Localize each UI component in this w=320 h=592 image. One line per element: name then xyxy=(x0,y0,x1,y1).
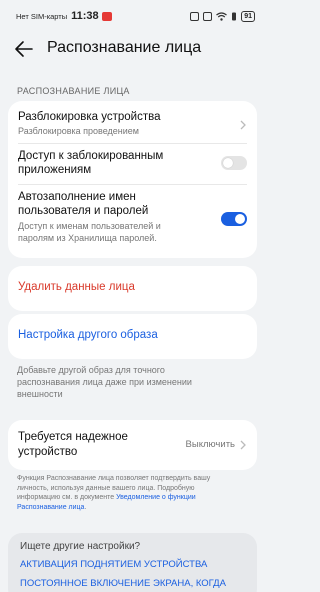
carrier-label: Нет SIM-карты xyxy=(16,11,68,21)
page-title: Распознавание лица xyxy=(47,39,202,56)
notice-line: Функция Распознавание лица позволяет под… xyxy=(17,475,211,482)
autofill-subtitle-line2: паролям из Хранилища паролей. xyxy=(18,233,157,243)
divider xyxy=(18,143,247,144)
unlock-device-subtitle: Разблокировка проведением xyxy=(18,126,139,136)
status-icons: 91 xyxy=(190,10,255,22)
notice-line: личность, используя данные вашего лица. … xyxy=(17,484,195,492)
app-header: Распознавание лица xyxy=(0,32,265,66)
autofill-subtitle-line1: Доступ к именам пользователей и xyxy=(18,221,161,231)
notice-link[interactable]: Уведомление о функции xyxy=(116,494,196,501)
wifi-icon xyxy=(216,11,228,21)
trusted-device-row[interactable]: Требуется надежное устройство Выключить xyxy=(8,420,257,470)
face-settings-card: Разблокировка устройства Разблокировка п… xyxy=(8,101,257,258)
more-settings-link-raise[interactable]: АКТИВАЦИЯ ПОДНЯТИЕМ УСТРОЙСТВА xyxy=(20,559,207,570)
delete-face-data-button[interactable]: Удалить данные лица xyxy=(8,266,257,311)
face-recognition-notice: Функция Распознавание лица позволяет под… xyxy=(17,474,253,512)
clock: 11:38 xyxy=(71,10,99,22)
unlock-device-title: Разблокировка устройства xyxy=(18,111,161,123)
notice-end: . xyxy=(84,503,87,511)
chevron-right-icon xyxy=(240,120,246,130)
mute-icon xyxy=(203,11,213,21)
helper-line: Добавьте другой образ для точного xyxy=(17,365,165,375)
divider xyxy=(18,184,247,185)
helper-line: распознавания лица даже при изменении xyxy=(17,377,192,387)
battery-indicator: 91 xyxy=(241,10,255,22)
back-arrow-icon[interactable] xyxy=(14,40,34,58)
trusted-device-title-line2: устройство xyxy=(18,446,78,458)
trusted-device-title-line1: Требуется надежное xyxy=(18,431,128,443)
locked-apps-toggle[interactable] xyxy=(221,156,247,170)
more-settings-title: Ищете другие настройки? xyxy=(20,541,141,552)
alternate-appearance-label: Настройка другого образа xyxy=(18,329,158,341)
more-settings-link-aod[interactable]: ПОСТОЯННОЕ ВКЛЮЧЕНИЕ ЭКРАНА, КОГДА xyxy=(20,578,226,589)
chevron-right-icon xyxy=(240,440,246,450)
notification-icon xyxy=(101,11,112,21)
autofill-title-line1: Автозаполнение имен xyxy=(18,191,136,203)
locked-apps-title-line2: приложениям xyxy=(18,164,92,176)
autofill-toggle[interactable] xyxy=(221,212,247,226)
notice-line: информацию см. в документе xyxy=(17,494,117,501)
alarm-icon xyxy=(190,11,200,21)
autofill-title-line2: пользователя и паролей xyxy=(18,205,149,217)
alternate-appearance-button[interactable]: Настройка другого образа xyxy=(8,314,257,359)
alternate-appearance-helper: Добавьте другой образ для точного распоз… xyxy=(17,364,247,400)
notice-link-cont[interactable]: Распознавание лица xyxy=(17,504,84,511)
locked-apps-title-line1: Доступ к заблокированным xyxy=(18,150,164,162)
delete-face-data-label: Удалить данные лица xyxy=(18,281,135,293)
helper-line: внешности xyxy=(17,389,63,399)
status-bar: Нет SIM-карты 11:38 91 xyxy=(0,0,265,32)
section-label: РАСПОЗНАВАНИЕ ЛИЦА xyxy=(17,86,130,96)
vibrate-icon xyxy=(232,12,237,20)
more-settings-card: Ищете другие настройки? АКТИВАЦИЯ ПОДНЯТ… xyxy=(8,533,257,592)
trusted-device-value: Выключить xyxy=(185,439,235,450)
